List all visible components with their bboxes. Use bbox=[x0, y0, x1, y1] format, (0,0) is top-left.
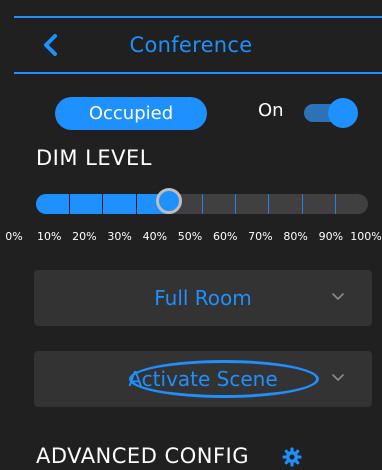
toggle-knob[interactable] bbox=[328, 98, 358, 128]
chevron-left-icon[interactable] bbox=[40, 32, 62, 58]
slider-tick bbox=[135, 194, 137, 214]
scale-label: 20% bbox=[72, 230, 97, 243]
power-label: On bbox=[258, 100, 284, 121]
scale-label: 0% bbox=[5, 230, 23, 243]
chevron-down-icon bbox=[332, 374, 344, 381]
scale-label: 50% bbox=[177, 230, 203, 243]
slider-tick bbox=[334, 194, 336, 214]
slider-tick bbox=[235, 194, 237, 214]
chevron-down-icon bbox=[332, 293, 344, 300]
scale-label: 60% bbox=[212, 230, 238, 243]
power-toggle[interactable] bbox=[304, 98, 358, 128]
slider-tick bbox=[202, 194, 203, 214]
header-divider bbox=[14, 72, 382, 74]
slider-tick bbox=[69, 194, 71, 214]
scale-label: 90% bbox=[318, 230, 344, 243]
header-bar: Conference bbox=[0, 18, 382, 72]
room-dropdown[interactable]: Full Room bbox=[34, 270, 372, 326]
scale-label: 80% bbox=[283, 230, 308, 243]
scene-dropdown-label: Activate Scene bbox=[128, 367, 278, 391]
slider-tick bbox=[301, 194, 303, 214]
scene-dropdown[interactable]: Activate Scene bbox=[34, 351, 372, 407]
dim-level-slider[interactable] bbox=[36, 188, 368, 214]
scale-label: 40% bbox=[142, 230, 168, 243]
slider-thumb[interactable] bbox=[155, 188, 182, 214]
slider-tick bbox=[102, 194, 104, 214]
occupancy-status-button[interactable]: Occupied bbox=[55, 97, 207, 130]
scale-label: 100% bbox=[350, 230, 382, 243]
room-dropdown-label: Full Room bbox=[154, 286, 252, 310]
dim-level-label: DIM LEVEL bbox=[36, 146, 152, 170]
scale-label: 70% bbox=[248, 230, 273, 243]
slider-tick bbox=[268, 194, 270, 214]
advanced-config-label: ADVANCED CONFIG bbox=[36, 444, 249, 468]
scale-label: 10% bbox=[36, 230, 62, 243]
dim-scale: 0% 10% 20% 30% 40% 50% 60% 70% 80% 90% 100% bbox=[0, 230, 382, 246]
scale-label: 30% bbox=[107, 230, 132, 243]
gear-icon[interactable] bbox=[282, 447, 302, 467]
